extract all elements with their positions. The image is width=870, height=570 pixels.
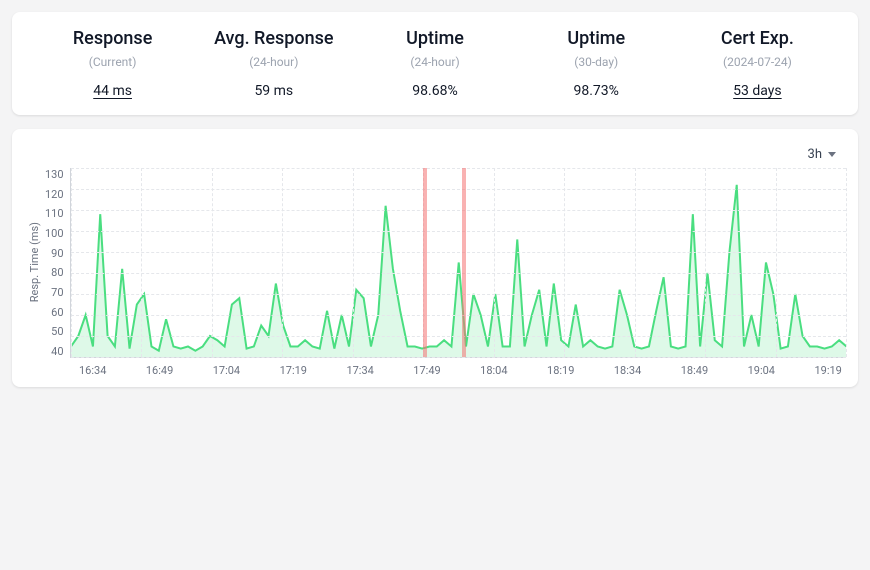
outage-marker	[423, 168, 427, 357]
x-tick: 17:19	[280, 364, 307, 377]
stat-sub: (30-day)	[574, 55, 618, 69]
response-line-series	[71, 168, 846, 357]
x-tick: 17:49	[413, 364, 440, 377]
stat-title: Response	[73, 28, 153, 49]
stat-cert-exp: Cert Exp. (2024-07-24) 53 days	[677, 28, 838, 99]
y-tick: 60	[45, 306, 64, 319]
x-axis-ticks: 16:34 16:49 17:04 17:19 17:34 17:49 18:04 18:19…	[45, 364, 846, 377]
stat-sub: (24-hour)	[249, 55, 298, 69]
y-tick: 130	[45, 168, 64, 181]
stat-sub: (2024-07-24)	[723, 55, 792, 69]
stat-uptime-24h: Uptime (24-hour) 98.68%	[354, 28, 515, 99]
y-tick: 80	[45, 266, 64, 279]
y-tick: 110	[45, 207, 64, 220]
x-tick: 18:34	[614, 364, 641, 377]
chart-body: 130 120 110 100 90 80 70 60 50 40 16:34 16:49 17:04…	[45, 168, 846, 377]
x-tick: 17:04	[213, 364, 240, 377]
y-axis-ticks: 130 120 110 100 90 80 70 60 50 40	[45, 168, 70, 358]
y-tick: 120	[45, 188, 64, 201]
plot-area[interactable]	[70, 168, 846, 358]
stat-value[interactable]: 53 days	[733, 83, 781, 99]
stat-value: 98.68%	[412, 83, 457, 99]
x-tick: 18:49	[681, 364, 708, 377]
stat-title: Avg. Response	[214, 28, 333, 49]
x-tick: 16:49	[146, 364, 173, 377]
chart-wrapper: Resp. Time (ms) 130 120 110 100 90 80 70 60 50 40…	[24, 168, 846, 377]
time-range-label: 3h	[808, 147, 822, 162]
y-tick: 70	[45, 286, 64, 299]
stat-title: Uptime	[406, 28, 464, 49]
y-tick: 90	[45, 247, 64, 260]
x-tick: 19:19	[814, 364, 841, 377]
stat-uptime-30d: Uptime (30-day) 98.73%	[516, 28, 677, 99]
x-tick: 16:34	[79, 364, 106, 377]
outage-marker	[462, 168, 466, 357]
time-range-selector[interactable]: 3h	[24, 147, 846, 162]
y-tick: 100	[45, 227, 64, 240]
stat-response-current: Response (Current) 44 ms	[32, 28, 193, 99]
stats-card: Response (Current) 44 ms Avg. Response (…	[12, 12, 858, 115]
y-tick: 40	[45, 345, 64, 358]
stats-row: Response (Current) 44 ms Avg. Response (…	[32, 28, 838, 99]
stat-value: 59 ms	[254, 83, 293, 99]
stat-sub: (24-hour)	[410, 55, 459, 69]
stat-avg-response: Avg. Response (24-hour) 59 ms	[193, 28, 354, 99]
stat-value: 98.73%	[574, 83, 619, 99]
chart-card: 3h Resp. Time (ms) 130 120 110 100 90 80 70 60 5…	[12, 129, 858, 387]
x-tick: 17:34	[346, 364, 373, 377]
y-tick: 50	[45, 325, 64, 338]
stat-sub: (Current)	[89, 55, 137, 69]
chevron-down-icon	[828, 152, 836, 157]
stat-title: Cert Exp.	[721, 28, 794, 49]
stat-title: Uptime	[567, 28, 625, 49]
x-tick: 19:04	[748, 364, 775, 377]
x-tick: 18:19	[547, 364, 574, 377]
x-tick: 18:04	[480, 364, 507, 377]
y-axis-label: Resp. Time (ms)	[24, 222, 45, 302]
stat-value[interactable]: 44 ms	[93, 83, 132, 99]
